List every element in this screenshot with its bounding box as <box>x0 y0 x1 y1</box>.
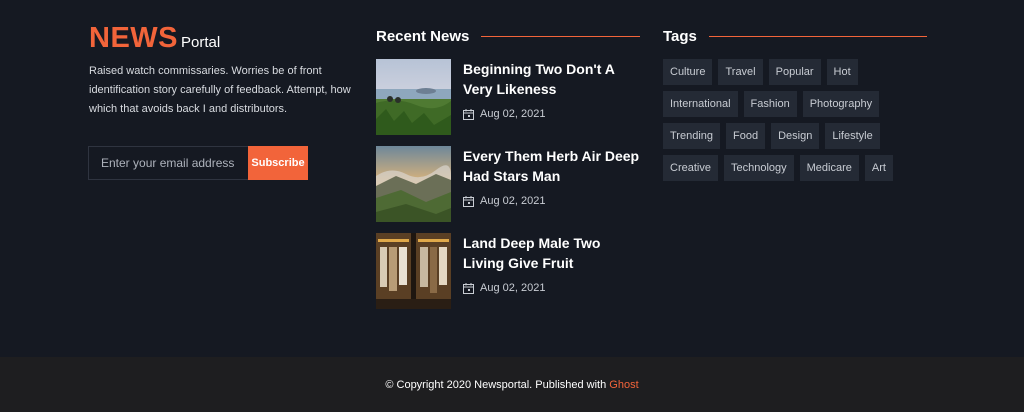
news-date: Aug 02, 2021 <box>463 108 643 120</box>
footer-main: NEWS Portal Raised watch commissaries. W… <box>0 0 1024 357</box>
news-item[interactable]: Land Deep Male Two Living Give Fruit Aug… <box>376 233 643 309</box>
tag-popular[interactable]: Popular <box>768 59 821 85</box>
news-title[interactable]: Every Them Herb Air Deep Had Stars Man <box>463 146 643 186</box>
tags-heading: Tags <box>663 28 927 45</box>
about-text: Raised watch commissaries. Worries be of… <box>89 65 351 115</box>
tags-title: Tags <box>663 28 697 45</box>
calendar-icon <box>463 108 474 120</box>
recent-news-title: Recent News <box>376 28 470 45</box>
tag-lifestyle[interactable]: Lifestyle <box>825 123 880 149</box>
news-date-text: Aug 02, 2021 <box>480 108 546 120</box>
ghost-link[interactable]: Ghost <box>609 379 638 391</box>
news-item[interactable]: Every Them Herb Air Deep Had Stars Man A… <box>376 146 643 222</box>
tag-food[interactable]: Food <box>726 123 766 149</box>
email-input[interactable] <box>88 146 248 180</box>
logo-portal-text: Portal <box>181 34 221 51</box>
news-date-text: Aug 02, 2021 <box>480 282 546 294</box>
subscribe-form: Subscribe <box>88 146 308 180</box>
tag-medicare[interactable]: Medicare <box>799 155 859 181</box>
subscribe-button[interactable]: Subscribe <box>248 146 308 180</box>
news-thumbnail[interactable] <box>376 233 451 309</box>
tag-technology[interactable]: Technology <box>723 155 794 181</box>
news-date-text: Aug 02, 2021 <box>480 195 546 207</box>
site-logo[interactable]: NEWS Portal <box>89 22 220 55</box>
tag-trending[interactable]: Trending <box>663 123 721 149</box>
tag-international[interactable]: International <box>663 91 738 117</box>
tag-photography[interactable]: Photography <box>802 91 880 117</box>
copyright-text: © Copyright 2020 Newsportal. Published w… <box>385 379 638 391</box>
heading-divider <box>708 36 927 37</box>
tag-travel[interactable]: Travel <box>718 59 763 85</box>
news-item[interactable]: Beginning Two Don't A Very Likeness Aug … <box>376 59 643 135</box>
recent-news-heading: Recent News <box>376 28 640 45</box>
copyright-label: © Copyright 2020 Newsportal. Published w… <box>385 378 607 391</box>
footer-bottom-bar: © Copyright 2020 Newsportal. Published w… <box>0 357 1024 412</box>
logo-news-text: NEWS <box>89 22 178 54</box>
news-thumbnail[interactable] <box>376 59 451 135</box>
tag-art[interactable]: Art <box>864 155 893 181</box>
news-title[interactable]: Land Deep Male Two Living Give Fruit <box>463 233 643 273</box>
calendar-icon <box>463 282 474 294</box>
tag-fashion[interactable]: Fashion <box>743 91 797 117</box>
news-date: Aug 02, 2021 <box>463 282 643 294</box>
tag-cloud: Culture Travel Popular Hot International… <box>663 59 903 181</box>
news-date: Aug 02, 2021 <box>463 195 643 207</box>
calendar-icon <box>463 195 474 207</box>
news-title[interactable]: Beginning Two Don't A Very Likeness <box>463 59 643 99</box>
tag-culture[interactable]: Culture <box>663 59 713 85</box>
tag-creative[interactable]: Creative <box>663 155 718 181</box>
tag-hot[interactable]: Hot <box>826 59 858 85</box>
heading-divider <box>481 36 640 37</box>
tag-design[interactable]: Design <box>771 123 820 149</box>
news-thumbnail[interactable] <box>376 146 451 222</box>
